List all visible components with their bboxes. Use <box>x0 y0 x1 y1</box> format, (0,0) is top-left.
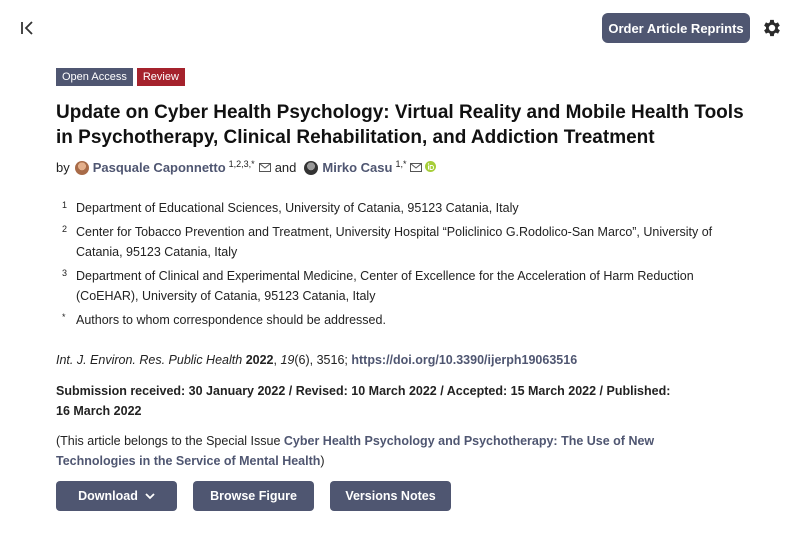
email-icon[interactable] <box>258 160 271 175</box>
affiliation-item: 3 Department of Clinical and Experimenta… <box>62 266 752 306</box>
author-name-link[interactable]: Mirko Casu <box>322 160 392 175</box>
review-badge: Review <box>136 68 185 86</box>
special-issue-prefix: (This article belongs to the Special Iss… <box>56 434 281 448</box>
gear-icon <box>764 19 780 37</box>
affiliation-number: 3 <box>62 268 68 278</box>
order-reprints-button[interactable]: Order Article Reprints <box>602 13 750 43</box>
affiliation-number: 2 <box>62 224 68 234</box>
affiliation-item: * Authors to whom correspondence should … <box>62 310 752 330</box>
settings-button[interactable] <box>759 15 785 41</box>
collapse-left-icon <box>21 21 33 35</box>
affiliation-text: Department of Educational Sciences, Univ… <box>76 201 519 215</box>
publication-dates: Submission received: 30 January 2022 / R… <box>56 384 671 418</box>
article-badges: Open Access Review <box>56 68 185 86</box>
author-name-link[interactable]: Pasquale Caponnetto <box>93 160 226 175</box>
affiliation-item: 2 Center for Tobacco Prevention and Trea… <box>62 222 752 262</box>
author-list: by Pasquale Caponnetto 1,2,3,* and Mirko… <box>56 158 437 175</box>
chevron-down-icon <box>145 489 155 503</box>
download-button[interactable]: Download <box>56 481 177 511</box>
article-actions: Download Browse Figure Versions Notes <box>56 481 451 511</box>
doi-link[interactable]: https://doi.org/10.3390/ijerph19063516 <box>351 353 577 367</box>
collapse-sidebar-button[interactable] <box>14 14 42 42</box>
and-label: and <box>274 160 297 175</box>
citation-issue-pages: (6), 3516; <box>294 353 348 367</box>
open-access-badge[interactable]: Open Access <box>56 68 133 86</box>
versions-notes-button[interactable]: Versions Notes <box>330 481 451 511</box>
email-icon[interactable] <box>410 160 423 175</box>
browse-figure-button[interactable]: Browse Figure <box>193 481 314 511</box>
special-issue-note: (This article belongs to the Special Iss… <box>56 431 716 471</box>
affiliations-list: 1 Department of Educational Sciences, Un… <box>62 198 752 334</box>
by-label: by <box>56 160 70 175</box>
author-affiliation-sup: 1,* <box>395 158 407 169</box>
affiliation-text: Authors to whom correspondence should be… <box>76 313 386 327</box>
journal-name: Int. J. Environ. Res. Public Health <box>56 353 243 367</box>
orcid-icon[interactable] <box>425 160 437 175</box>
special-issue-suffix: ) <box>320 454 325 468</box>
author-affiliation-sup: 1,2,3,* <box>228 158 255 169</box>
author-avatar <box>304 160 319 175</box>
affiliation-item: 1 Department of Educational Sciences, Un… <box>62 198 752 218</box>
affiliation-number: 1 <box>62 200 68 210</box>
author-avatar <box>74 160 89 175</box>
affiliation-text: Center for Tobacco Prevention and Treatm… <box>76 225 713 259</box>
affiliation-text: Department of Clinical and Experimental … <box>76 269 694 303</box>
download-label: Download <box>78 489 138 503</box>
article-title: Update on Cyber Health Psychology: Virtu… <box>56 102 744 148</box>
affiliation-number: * <box>62 312 66 322</box>
citation-year: 2022 <box>245 353 274 367</box>
citation-volume: 19 <box>280 353 295 367</box>
citation-line: Int. J. Environ. Res. Public Health 2022… <box>56 353 577 367</box>
